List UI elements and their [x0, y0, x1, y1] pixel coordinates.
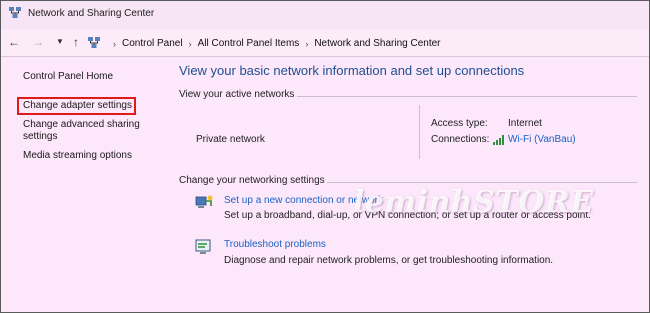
section-divider [327, 182, 637, 183]
chevron-right-icon[interactable]: › [305, 39, 308, 49]
breadcrumb: › Control Panel › All Control Panel Item… [107, 38, 441, 49]
section-divider [297, 96, 637, 97]
active-networks-heading: View your active networks [179, 89, 295, 100]
network-divider [419, 105, 420, 159]
forward-arrow-icon[interactable]: → [31, 35, 45, 49]
control-panel-home-link[interactable]: Control Panel Home [23, 71, 113, 83]
recent-locations-chevron-icon[interactable]: ▼ [53, 35, 67, 49]
chevron-right-icon[interactable]: › [189, 39, 192, 49]
connections-label: Connections: [431, 134, 490, 145]
breadcrumb-all-items[interactable]: All Control Panel Items [198, 38, 300, 49]
access-type-label: Access type: [431, 118, 488, 129]
network-name: Private network [196, 134, 265, 145]
breadcrumb-control-panel[interactable]: Control Panel [122, 38, 183, 49]
network-center-icon [88, 37, 100, 48]
back-arrow-icon[interactable]: ← [7, 35, 21, 49]
left-pane: Control Panel Home Change adapter settin… [1, 57, 169, 313]
change-advanced-sharing-link[interactable]: Change advanced sharing settings [23, 119, 153, 143]
address-bar: ← → ▼ ↑ › Control Panel › All Control Pa… [1, 30, 649, 56]
breadcrumb-network-center[interactable]: Network and Sharing Center [314, 38, 440, 49]
change-adapter-settings-link[interactable]: Change adapter settings [23, 100, 132, 112]
window: Network and Sharing Center ← → ▼ ↑ › Con… [0, 0, 650, 313]
chevron-right-icon[interactable]: › [113, 39, 116, 49]
new-connection-icon [195, 195, 213, 208]
change-settings-heading: Change your networking settings [179, 175, 325, 186]
wifi-connection-link[interactable]: Wi-Fi (VanBau) [508, 134, 576, 145]
watermark-logo: leminhSTORE [353, 185, 594, 220]
title-bar: Network and Sharing Center [1, 1, 649, 29]
access-type-value: Internet [508, 118, 542, 129]
troubleshoot-description: Diagnose and repair network problems, or… [224, 255, 554, 266]
up-arrow-icon[interactable]: ↑ [69, 35, 83, 49]
page-title: View your basic network information and … [179, 63, 525, 78]
media-streaming-link[interactable]: Media streaming options [23, 150, 132, 162]
window-title: Network and Sharing Center [28, 8, 155, 19]
network-center-icon [9, 7, 21, 18]
troubleshoot-icon [195, 239, 211, 254]
troubleshoot-link[interactable]: Troubleshoot problems [224, 239, 326, 250]
wifi-signal-icon [493, 135, 504, 145]
